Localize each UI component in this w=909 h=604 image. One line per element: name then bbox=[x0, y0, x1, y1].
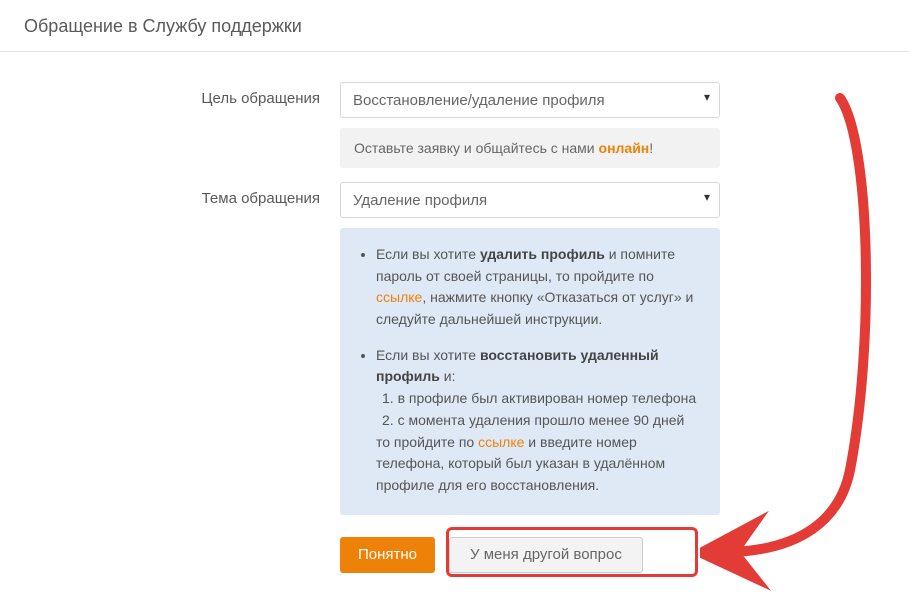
other-question-button[interactable]: У меня другой вопрос bbox=[449, 537, 643, 573]
hint-highlight: онлайн bbox=[599, 140, 650, 156]
info2-tail-pre: то пройдите по bbox=[376, 434, 478, 450]
row-purpose: Цель обращения Восстановление/удаление п… bbox=[0, 82, 909, 168]
ok-button[interactable]: Понятно bbox=[340, 537, 435, 573]
topic-select[interactable]: Удаление профиля bbox=[340, 182, 720, 218]
info2-link[interactable]: ссылке bbox=[478, 434, 524, 450]
purpose-select-wrap: Восстановление/удаление профиля bbox=[340, 82, 720, 118]
hint-text-post: ! bbox=[649, 140, 653, 156]
info1-pre: Если вы хотите bbox=[376, 246, 480, 262]
page-title: Обращение в Службу поддержки bbox=[0, 0, 909, 52]
info2-line1: 1. в профиле был активирован номер телеф… bbox=[376, 390, 696, 406]
info2-pre: Если вы хотите bbox=[376, 347, 480, 363]
info2-post: и: bbox=[440, 368, 456, 384]
info2-line2: 2. с момента удаления прошло менее 90 дн… bbox=[376, 412, 684, 428]
info-item-delete: Если вы хотите удалить профиль и помните… bbox=[376, 244, 702, 331]
info-item-restore: Если вы хотите восстановить удаленный пр… bbox=[376, 345, 702, 497]
button-row: Понятно У меня другой вопрос bbox=[340, 537, 720, 573]
purpose-hint: Оставьте заявку и общайтесь с нами онлай… bbox=[340, 128, 720, 168]
row-topic: Тема обращения Удаление профиля Если вы … bbox=[0, 182, 909, 573]
topic-label: Тема обращения bbox=[0, 182, 340, 573]
support-form: Цель обращения Восстановление/удаление п… bbox=[0, 52, 909, 573]
purpose-label: Цель обращения bbox=[0, 82, 340, 168]
info-box: Если вы хотите удалить профиль и помните… bbox=[340, 228, 720, 515]
info1-bold: удалить профиль bbox=[480, 246, 605, 262]
purpose-select[interactable]: Восстановление/удаление профиля bbox=[340, 82, 720, 118]
hint-text-pre: Оставьте заявку и общайтесь с нами bbox=[354, 140, 599, 156]
info1-link[interactable]: ссылке bbox=[376, 289, 422, 305]
topic-select-wrap: Удаление профиля bbox=[340, 182, 720, 218]
info1-post: , нажмите кнопку «Отказаться от услуг» и… bbox=[376, 289, 693, 327]
